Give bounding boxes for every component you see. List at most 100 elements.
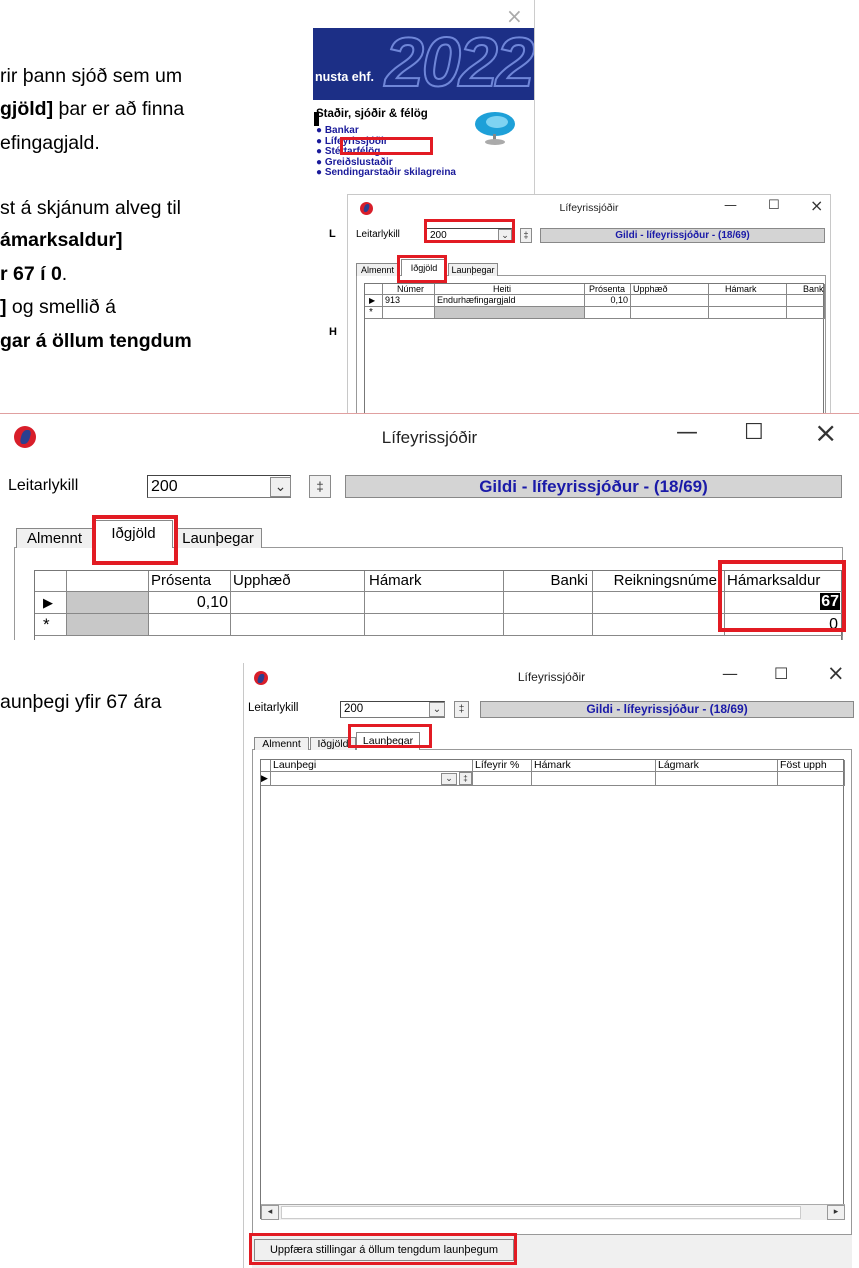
tab-launthegar[interactable]: Launþegar [174,528,262,548]
new-row-prosenta[interactable] [585,307,631,319]
close-icon[interactable]: × [814,416,837,449]
chevron-down-icon[interactable]: ⌄ [270,477,291,497]
row-hamarksaldur[interactable]: 67 [725,592,843,614]
row-hamark[interactable] [365,592,504,614]
row-reikningsnumer[interactable] [593,592,725,614]
tab-idgjold[interactable]: Iðgjöld [401,259,447,276]
chevron-down-icon[interactable]: ⌄ [498,229,512,242]
new-row-hamarksaldur[interactable]: 0 [725,614,843,636]
banner-company: nusta ehf. [315,70,375,84]
maximize-icon[interactable]: ☐ [744,420,764,445]
maximize-icon[interactable]: ☐ [768,198,780,213]
update-all-button[interactable]: Uppfæra stillingar á öllum tengdum launþ… [254,1239,514,1261]
new-row-prosenta[interactable] [149,614,231,636]
row-prosenta[interactable]: 0,10 [149,592,231,614]
new-row-banki[interactable] [504,614,593,636]
row-fost-upphaed[interactable] [778,772,845,786]
row-hidden [67,592,149,614]
small-window-title: Lífeyrissjóðir [559,202,619,214]
tab-idgjold[interactable]: Iðgjöld [310,737,356,750]
bottom-window: Lífeyrissjóðir — ☐ × Leitarlykill 200 ⌄ … [243,663,859,1268]
row-lagmark[interactable] [656,772,778,786]
instruction-line-9: aunþegi yfir 67 ára [0,691,162,713]
tab-idgjold[interactable]: Iðgjöld [94,520,173,548]
new-row-heiti [435,307,585,319]
row-banki[interactable] [787,295,825,307]
tab-almennt[interactable]: Almennt [254,737,309,750]
row-indicator-icon: ▶ [35,592,67,614]
column-header-hamark: Hámark [532,760,656,772]
tab-almennt[interactable]: Almennt [356,263,399,276]
instruction-line-5: ámarksaldur] [0,229,123,251]
horizontal-scrollbar[interactable]: ◂ ▸ [261,1204,845,1220]
new-row-numer[interactable] [383,307,435,319]
column-header-heiti: Heiti [435,284,585,295]
new-row-hamark[interactable] [365,614,504,636]
column-header-upphaed: Upphæð [631,284,709,295]
menu-item-sendingarstadir[interactable]: ● Sendingarstaðir skilagreina [316,167,456,179]
search-label: Leitarlykill [356,229,400,240]
row-header [35,571,67,592]
search-filter-button[interactable]: ‡ [309,475,331,498]
column-header-numer: Númer [383,284,435,295]
status-bar: Gildi - lífeyrissjóður - (18/69) [345,475,842,498]
column-header-reikningsnumer: Reikningsnúmer [593,571,725,592]
side-letter-l: L [329,228,336,240]
row-heiti[interactable]: Endurhæfingargjald [435,295,585,307]
new-row-reikningsnumer[interactable] [593,614,725,636]
row-lifeyrir[interactable] [473,772,532,786]
close-icon[interactable]: × [810,196,823,215]
column-header-hamark: Hámark [709,284,787,295]
minimize-icon[interactable]: — [724,198,737,213]
new-row-hamark[interactable] [709,307,787,319]
search-filter-button[interactable]: ‡ [454,701,469,718]
row-header [261,760,271,772]
close-icon[interactable]: × [827,663,845,685]
maximize-icon[interactable]: ☐ [774,664,788,683]
tab-almennt[interactable]: Almennt [16,528,93,548]
row-hamark[interactable] [532,772,656,786]
new-row-marker: * [35,614,67,636]
chevron-down-icon[interactable]: ⌄ [429,702,445,717]
column-header-banki: Banki [504,571,593,592]
new-row-banki[interactable] [787,307,825,319]
chevron-down-icon[interactable]: ⌄ [441,773,457,785]
instruction-line-4: st á skjánum alveg til [0,197,181,219]
column-header-upphaed: Upphæð [231,571,365,592]
side-mark [314,112,319,126]
instruction-line-1: rir þann sjóð sem um [0,65,183,87]
launthegi-filter-button[interactable]: ‡ [459,772,472,785]
instruction-line-3: efingagjald. [0,132,100,154]
row-launthegi-select[interactable]: ⌄ ‡ [271,772,473,786]
column-header-fost-upphaed: Föst upph [778,760,845,772]
scroll-left-icon[interactable]: ◂ [261,1205,279,1220]
row-indicator-icon: ▶ [261,772,271,786]
row-upphaed[interactable] [231,592,365,614]
row-indicator-icon: ▶ [365,295,383,307]
middle-window-title: Lífeyrissjóðir [381,428,478,447]
search-filter-button[interactable]: ‡ [520,228,532,243]
small-window: Lífeyrissjóðir — ☐ × Leitarlykill 200 ⌄ … [347,194,831,416]
row-upphaed[interactable] [631,295,709,307]
bottom-window-title: Lífeyrissjóðir [517,670,586,684]
scroll-thumb[interactable] [281,1206,801,1219]
bottom-grid: Launþegi Lífeyrir % Hámark Lágmark Föst … [260,759,845,1220]
new-row-upphaed[interactable] [631,307,709,319]
row-hamark[interactable] [709,295,787,307]
banner: nusta ehf. 2022 [313,22,534,102]
row-numer[interactable]: 913 [383,295,435,307]
row-prosenta[interactable]: 0,10 [585,295,631,307]
minimize-icon[interactable]: — [676,420,698,445]
minimize-icon[interactable]: — [722,664,738,683]
column-header-prosenta: Prósenta [149,571,231,592]
scroll-right-icon[interactable]: ▸ [827,1205,845,1220]
tab-launthegar[interactable]: Launþegar [448,263,498,276]
new-row-upphaed[interactable] [231,614,365,636]
tab-launthegar[interactable]: Launþegar [356,732,420,750]
column-header-launthegi: Launþegi [271,760,473,772]
row-banki[interactable] [504,592,593,614]
new-row-marker: * [365,307,383,319]
row-header [365,284,383,295]
search-label: Leitarlykill [248,702,299,714]
status-bar: Gildi - lífeyrissjóður - (18/69) [480,701,854,718]
